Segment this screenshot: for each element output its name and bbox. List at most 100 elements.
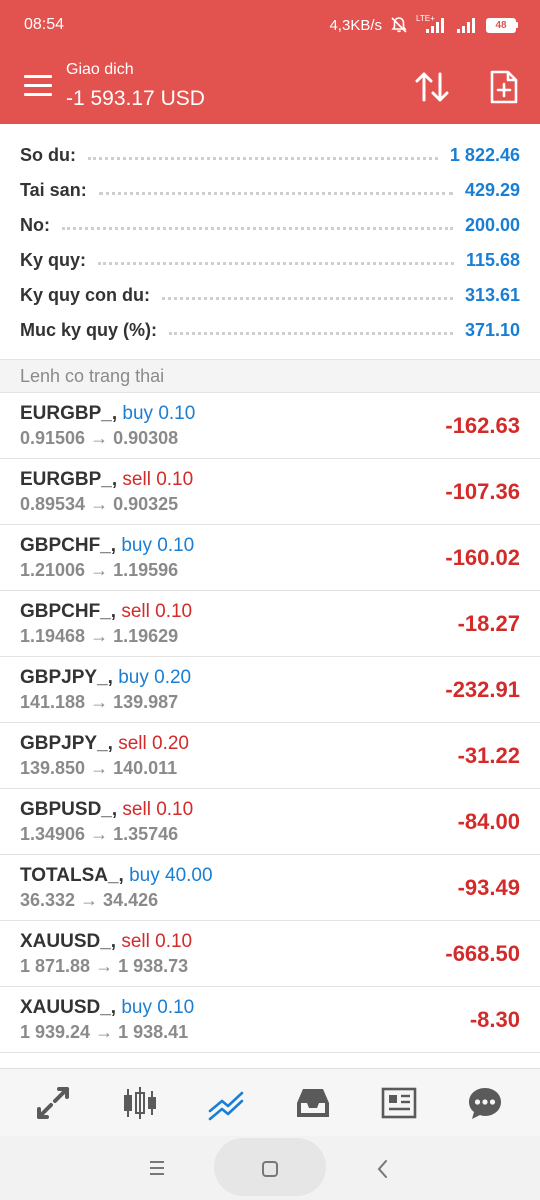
summary-row-margin-level: Muc ky quy (%): 371.10 xyxy=(20,315,520,345)
position-prices: 1.19468 → 1.19629 xyxy=(20,626,179,646)
position-row[interactable]: GBPJPY_, buy 0.20 141.188 → 139.987 -232… xyxy=(0,657,540,723)
summary-label: No: xyxy=(20,214,50,235)
position-profit: -8.30 xyxy=(469,1007,520,1032)
chart-icon[interactable] xyxy=(122,1085,158,1121)
summary-label: Ky quy con du: xyxy=(20,284,150,305)
bottom-nav xyxy=(0,1068,540,1136)
position-symbol: EURGBP_, xyxy=(20,403,118,424)
summary-label: Ky quy: xyxy=(20,249,87,270)
position-row[interactable]: TOTALSA_, buy 40.00 36.332 → 34.426 -93.… xyxy=(0,855,540,921)
position-type: buy 0.10 xyxy=(121,997,195,1018)
position-symbol: GBPCHF_, xyxy=(20,601,117,622)
status-time: 08:54 xyxy=(24,16,65,33)
lte-signal-icon: LTE+ xyxy=(416,14,448,34)
summary-value: 200.00 xyxy=(464,214,520,235)
position-symbol: XAUUSD_, xyxy=(20,931,117,952)
position-symbol: GBPJPY_, xyxy=(20,667,113,688)
position-row[interactable]: GBPUSD_, sell 0.10 1.34906 → 1.35746 -84… xyxy=(0,789,540,855)
position-type: sell 0.10 xyxy=(122,469,194,490)
position-profit: -162.63 xyxy=(445,413,520,438)
account-summary: So du: 1 822.46 Tai san: 429.29 No: 200.… xyxy=(0,124,540,359)
position-type: sell 0.10 xyxy=(121,931,193,952)
status-bar: 08:54 4,3KB/s LTE+ 48 xyxy=(0,0,540,50)
position-type: buy 0.20 xyxy=(118,667,192,688)
position-profit: -232.91 xyxy=(445,677,520,702)
summary-value: 371.10 xyxy=(464,319,520,340)
position-profit: -18.27 xyxy=(457,611,520,636)
summary-row-margin: Ky quy: 115.68 xyxy=(20,245,520,275)
leader-dots xyxy=(88,156,438,160)
position-prices: 139.850 → 140.011 xyxy=(20,758,178,778)
home-icon[interactable] xyxy=(261,1160,279,1178)
position-row[interactable]: XAUUSD_, buy 0.10 1 939.24 → 1 938.41 -8… xyxy=(0,987,540,1053)
position-profit: -84.00 xyxy=(457,809,520,834)
back-icon[interactable] xyxy=(376,1159,388,1179)
mute-bell-icon xyxy=(391,17,407,33)
leader-dots xyxy=(162,296,453,300)
leader-dots xyxy=(169,331,453,335)
app-bar: Giao dich -1 593.17 USD xyxy=(0,50,540,124)
position-type: buy 40.00 xyxy=(129,865,213,886)
history-icon[interactable] xyxy=(295,1085,331,1121)
leader-dots xyxy=(62,226,453,230)
summary-label: Tai san: xyxy=(20,179,87,200)
position-row[interactable]: GBPJPY_, sell 0.20 139.850 → 140.011 -31… xyxy=(0,723,540,789)
position-row[interactable]: XAUUSD_, sell 0.10 1 871.88 → 1 938.73 -… xyxy=(0,921,540,987)
position-symbol: GBPUSD_, xyxy=(20,799,118,820)
summary-value: 115.68 xyxy=(465,249,520,270)
position-type: buy 0.10 xyxy=(122,403,196,424)
summary-row-equity: Tai san: 429.29 xyxy=(20,175,520,205)
position-row[interactable]: GBPCHF_, buy 0.10 1.21006 → 1.19596 -160… xyxy=(0,525,540,591)
position-prices: 0.91506 → 0.90308 xyxy=(20,428,179,448)
position-profit: -31.22 xyxy=(457,743,520,768)
position-type: sell 0.20 xyxy=(118,733,189,754)
leader-dots xyxy=(98,261,454,265)
summary-row-free-margin: Ky quy con du: 313.61 xyxy=(20,280,520,310)
positions-section-header: Lenh co trang thai xyxy=(0,359,540,393)
page-title: Giao dich xyxy=(66,61,134,78)
total-profit: -1 593.17 USD xyxy=(66,87,205,110)
position-symbol: GBPCHF_, xyxy=(20,535,117,556)
news-icon[interactable] xyxy=(381,1085,417,1121)
summary-row-balance: So du: 1 822.46 xyxy=(20,140,520,170)
position-profit: -668.50 xyxy=(445,941,520,966)
position-row[interactable]: EURGBP_, buy 0.10 0.91506 → 0.90308 -162… xyxy=(0,393,540,459)
position-profit: -107.36 xyxy=(445,479,520,504)
chat-icon[interactable] xyxy=(467,1085,503,1121)
system-nav-bar xyxy=(0,1136,540,1200)
recent-apps-icon[interactable] xyxy=(148,1160,166,1176)
summary-label: Muc ky quy (%): xyxy=(20,319,158,340)
position-prices: 1 871.88 → 1 938.73 xyxy=(20,956,189,976)
battery-icon: 48 xyxy=(486,17,518,33)
battery-level: 48 xyxy=(495,19,507,31)
section-title: Lenh co trang thai xyxy=(20,366,165,386)
position-row[interactable]: GBPCHF_, sell 0.10 1.19468 → 1.19629 -18… xyxy=(0,591,540,657)
status-icons: 4,3KB/s LTE+ 48 xyxy=(329,14,518,36)
position-symbol: GBPJPY_, xyxy=(20,733,113,754)
trade-icon[interactable] xyxy=(208,1085,244,1121)
leader-dots xyxy=(98,191,453,195)
position-prices: 0.89534 → 0.90325 xyxy=(20,494,179,514)
summary-value: 429.29 xyxy=(464,179,520,200)
summary-row-credit: No: 200.00 xyxy=(20,210,520,240)
sort-icon[interactable] xyxy=(414,70,450,104)
position-type: sell 0.10 xyxy=(122,799,194,820)
menu-icon[interactable] xyxy=(24,75,52,97)
quotes-icon[interactable] xyxy=(35,1085,71,1121)
position-profit: -160.02 xyxy=(445,545,520,570)
position-prices: 141.188 → 139.987 xyxy=(20,692,179,712)
position-row[interactable]: EURGBP_, sell 0.10 0.89534 → 0.90325 -10… xyxy=(0,459,540,525)
position-prices: 36.332 → 34.426 xyxy=(20,890,159,910)
position-type: sell 0.10 xyxy=(121,601,193,622)
summary-label: So du: xyxy=(20,144,76,165)
position-prices: 1.34906 → 1.35746 xyxy=(20,824,179,844)
position-prices: 1.21006 → 1.19596 xyxy=(20,560,179,580)
signal-icon xyxy=(457,18,475,33)
position-symbol: TOTALSA_, xyxy=(20,865,124,886)
position-symbol: XAUUSD_, xyxy=(20,997,117,1018)
position-type: buy 0.10 xyxy=(121,535,195,556)
new-order-icon[interactable] xyxy=(488,69,520,105)
summary-value: 313.61 xyxy=(464,284,520,305)
positions-list: EURGBP_, buy 0.10 0.91506 → 0.90308 -162… xyxy=(0,393,540,1053)
position-profit: -93.49 xyxy=(457,875,520,900)
